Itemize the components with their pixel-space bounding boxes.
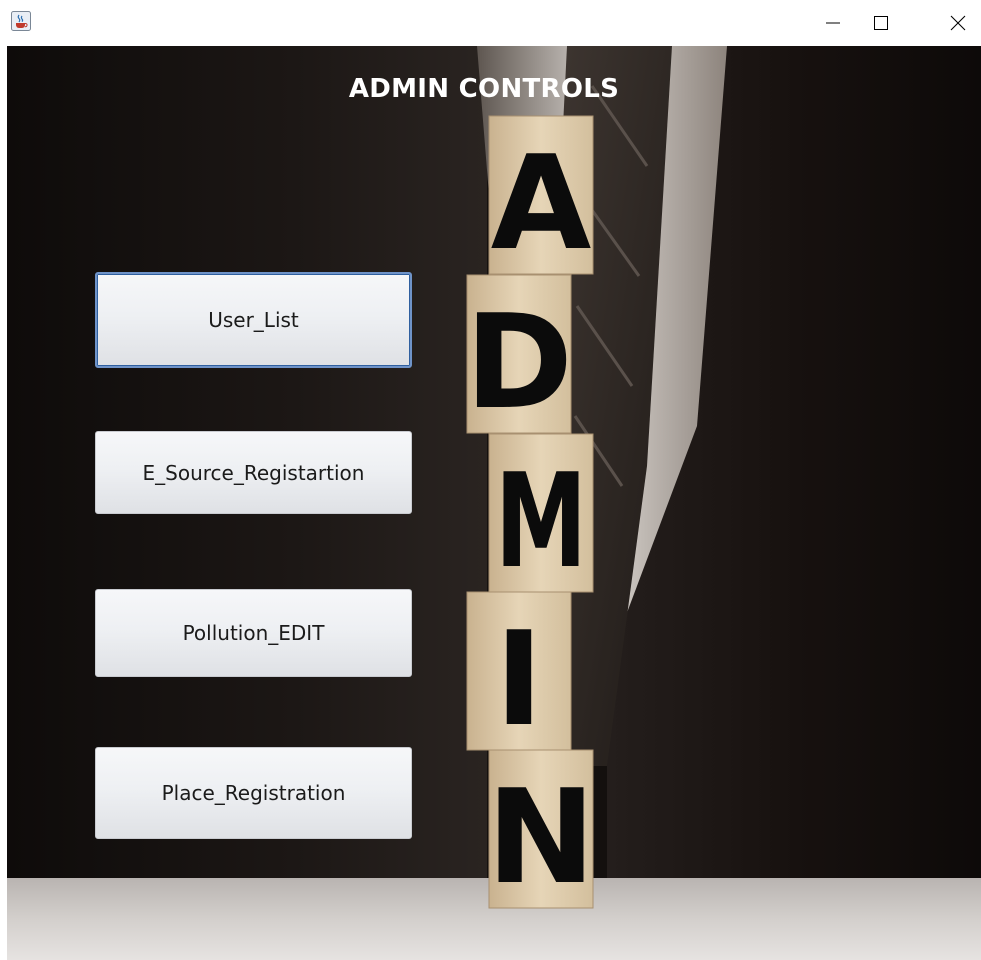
user-list-button[interactable]: User_List xyxy=(95,272,412,368)
minimize-icon xyxy=(826,22,840,24)
maximize-button[interactable] xyxy=(858,0,904,46)
letter-block-i: I xyxy=(466,591,572,755)
pollution-edit-button[interactable]: Pollution_EDIT xyxy=(95,589,412,677)
admin-panel: A D M I N ADMIN CONTROLS User_List E_Sou… xyxy=(7,46,981,960)
svg-text:N: N xyxy=(487,761,596,913)
letter-block-a: A xyxy=(488,115,594,279)
place-registration-button[interactable]: Place_Registration xyxy=(95,747,412,839)
svg-text:A: A xyxy=(491,127,592,279)
svg-text:M: M xyxy=(495,445,587,597)
place-registration-button-label: Place_Registration xyxy=(161,781,346,805)
letter-block-d: D xyxy=(465,274,573,438)
java-cup-icon[interactable] xyxy=(11,11,31,31)
minimize-button[interactable] xyxy=(810,0,856,46)
page-title: ADMIN CONTROLS xyxy=(348,74,620,104)
close-icon xyxy=(950,15,966,31)
window-title-bar xyxy=(0,0,981,46)
maximize-icon xyxy=(874,16,888,30)
e-source-registration-button-label: E_Source_Registartion xyxy=(142,460,365,485)
close-button[interactable] xyxy=(935,0,981,46)
letter-block-n: N xyxy=(487,749,596,913)
letter-block-m: M xyxy=(488,433,594,597)
svg-text:D: D xyxy=(465,286,573,438)
pollution-edit-button-label: Pollution_EDIT xyxy=(182,621,325,645)
e-source-registration-button[interactable]: E_Source_Registartion xyxy=(95,431,412,514)
user-list-button-label: User_List xyxy=(208,308,299,332)
svg-text:I: I xyxy=(495,603,543,755)
